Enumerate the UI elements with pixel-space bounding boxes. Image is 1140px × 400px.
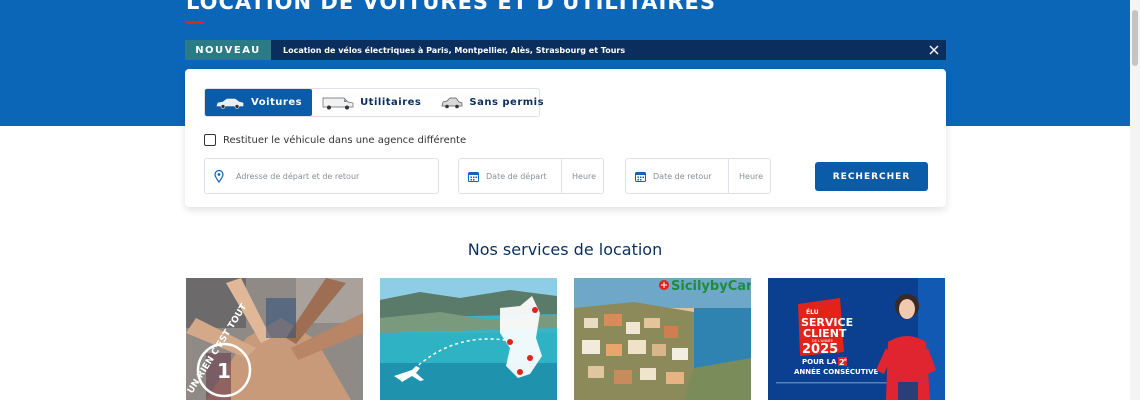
hands-together-image: 1 UN RIEN C'EST TOUT [186, 278, 363, 400]
page-title: LOCATION DE VOITURES ET D'UTILITAIRES [186, 0, 716, 14]
card-number: 1 [217, 359, 231, 383]
title-underline [186, 21, 204, 24]
end-date-field[interactable]: Date de retour Heure [625, 158, 771, 194]
award-ordinal-sup: e [844, 357, 847, 362]
scrollbar-thumb[interactable] [1132, 10, 1138, 66]
service-card-sicily[interactable]: SicilybyCar [574, 278, 751, 400]
tab-label: Sans permis [469, 97, 545, 108]
corsica-map-image [380, 278, 557, 400]
scrollbar[interactable] [1130, 0, 1140, 400]
van-icon [322, 97, 354, 109]
award-year: 2025 [802, 342, 838, 357]
end-date-input[interactable]: Date de retour [626, 159, 729, 193]
end-date-placeholder: Date de retour [653, 171, 712, 181]
address-placeholder: Adresse de départ et de retour [236, 171, 360, 181]
start-time-input[interactable]: Heure [562, 172, 603, 181]
tab-label: Voitures [251, 97, 303, 108]
service-card-corsica[interactable] [380, 278, 557, 400]
calendar-icon [635, 171, 646, 182]
calendar-icon [468, 171, 479, 182]
small-car-icon [441, 97, 463, 108]
tab-label: Utilitaires [360, 97, 422, 108]
vehicle-type-tabs: Voitures Utilitaires Sans permis [204, 88, 544, 117]
location-pin-icon [214, 169, 226, 183]
sicily-coast-image: SicilybyCar [574, 278, 751, 400]
car-icon [216, 98, 244, 109]
award-pour: POUR LA [802, 358, 837, 366]
different-return-option[interactable]: Restituer le véhicule dans une agence di… [204, 134, 466, 146]
search-button[interactable]: RECHERCHER [815, 162, 928, 191]
award-annee: ANNÉE CONSÉCUTIVE [794, 367, 879, 376]
tab-voitures[interactable]: Voitures [205, 89, 313, 116]
tab-utilitaires[interactable]: Utilitaires [312, 89, 431, 116]
close-icon[interactable] [926, 42, 942, 58]
tab-sans-permis[interactable]: Sans permis [431, 89, 554, 116]
start-date-field[interactable]: Date de départ Heure [458, 158, 604, 194]
new-badge: NOUVEAU [185, 40, 271, 60]
start-date-placeholder: Date de départ [486, 171, 547, 181]
search-form: Voitures Utilitaires Sans permis Restitu… [185, 69, 946, 207]
news-banner: NOUVEAU Location de vélos électriques à … [185, 40, 946, 60]
service-card-community[interactable]: 1 UN RIEN C'EST TOUT [186, 278, 363, 400]
address-field[interactable]: Adresse de départ et de retour [204, 158, 439, 194]
sicily-logo: SicilybyCar [671, 279, 751, 294]
start-date-input[interactable]: Date de départ [459, 159, 562, 193]
different-return-checkbox[interactable] [204, 134, 216, 146]
service-card-award[interactable]: ÉLU SERVICE CLIENT DE L'ANNÉE 2025 POUR … [768, 278, 945, 400]
award-promo-image: ÉLU SERVICE CLIENT DE L'ANNÉE 2025 POUR … [768, 278, 945, 400]
services-title: Nos services de location [467, 240, 663, 259]
news-text[interactable]: Location de vélos électriques à Paris, M… [283, 46, 625, 55]
end-time-input[interactable]: Heure [729, 172, 770, 181]
different-return-label[interactable]: Restituer le véhicule dans une agence di… [223, 135, 466, 146]
award-line1: ÉLU [806, 308, 819, 316]
